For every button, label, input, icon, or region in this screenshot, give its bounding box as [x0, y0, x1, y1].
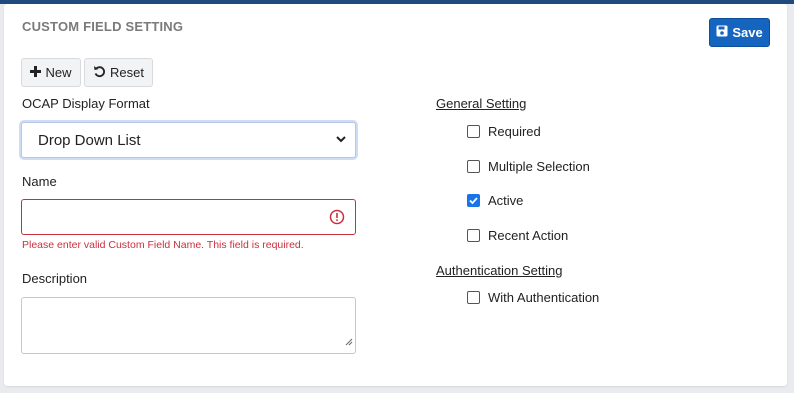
name-error-message: Please enter valid Custom Field Name. Th… [22, 239, 304, 251]
new-label: New [45, 65, 72, 80]
active-option[interactable]: Active [467, 193, 523, 208]
recent-action-label: Recent Action [488, 228, 569, 243]
custom-field-card: CUSTOM FIELD SETTING Save New Reset OCAP… [4, 4, 787, 386]
description-textarea[interactable] [21, 297, 356, 354]
multiple-selection-option[interactable]: Multiple Selection [467, 159, 590, 174]
general-setting-heading: General Setting [436, 96, 527, 111]
checkmark-icon [469, 197, 478, 205]
chevron-down-icon [335, 132, 347, 150]
page-title: CUSTOM FIELD SETTING [22, 19, 184, 34]
error-icon [329, 209, 345, 230]
with-authentication-checkbox[interactable] [467, 291, 480, 304]
resize-grip-icon[interactable] [345, 333, 353, 351]
required-label: Required [488, 124, 541, 139]
with-authentication-option[interactable]: With Authentication [467, 290, 599, 305]
undo-icon [93, 65, 106, 81]
page-frame: CUSTOM FIELD SETTING Save New Reset OCAP… [0, 4, 794, 393]
with-authentication-label: With Authentication [488, 290, 600, 305]
active-checkbox[interactable] [467, 194, 480, 207]
required-option[interactable]: Required [467, 124, 541, 139]
save-button[interactable]: Save [709, 18, 770, 47]
plus-icon [30, 65, 42, 80]
multiple-selection-label: Multiple Selection [488, 159, 590, 174]
name-label: Name [22, 174, 57, 189]
save-label: Save [732, 25, 763, 40]
save-icon [716, 25, 728, 40]
display-format-value: Drop Down List [38, 131, 141, 149]
description-label: Description [22, 271, 88, 286]
recent-action-checkbox[interactable] [467, 229, 480, 242]
recent-action-option[interactable]: Recent Action [467, 228, 568, 243]
reset-button[interactable]: Reset [84, 58, 153, 87]
multiple-selection-checkbox[interactable] [467, 160, 480, 173]
required-checkbox[interactable] [467, 125, 480, 138]
name-input[interactable] [21, 199, 356, 235]
display-format-label: OCAP Display Format [22, 96, 150, 111]
reset-label: Reset [110, 65, 144, 80]
authentication-setting-heading: Authentication Setting [436, 263, 563, 278]
new-button[interactable]: New [21, 58, 81, 87]
display-format-select[interactable]: Drop Down List [21, 122, 356, 158]
active-label: Active [488, 193, 524, 208]
